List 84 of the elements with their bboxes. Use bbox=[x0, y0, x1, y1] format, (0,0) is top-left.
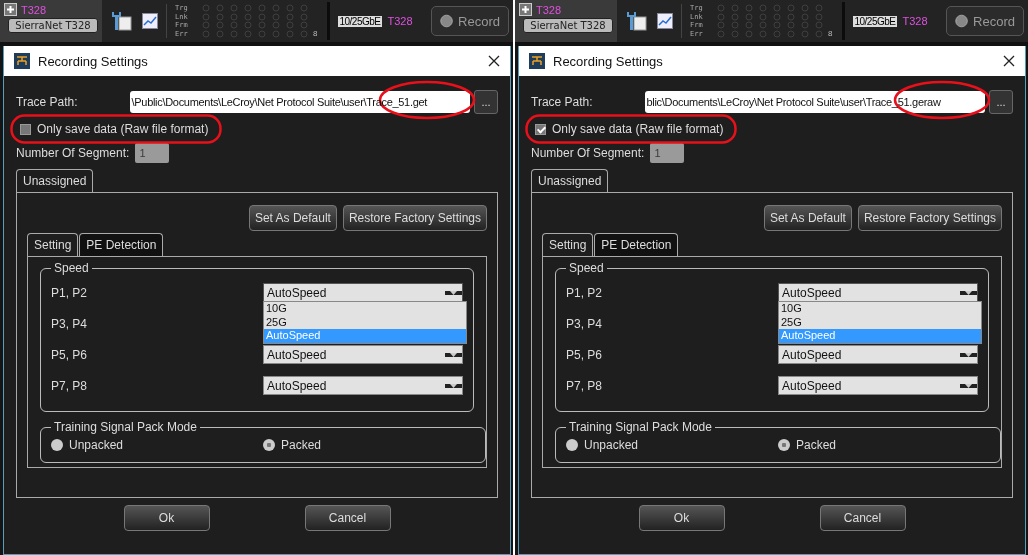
device-name: T328 bbox=[21, 3, 47, 16]
tab[interactable]: Setting bbox=[542, 233, 594, 256]
window-title: Recording Settings bbox=[38, 53, 148, 69]
device-name: T328 bbox=[387, 15, 413, 27]
dropdown-option[interactable]: 10G bbox=[264, 302, 466, 316]
tab[interactable]: Unassigned bbox=[16, 169, 94, 192]
port-label: P3, P4 bbox=[566, 316, 604, 331]
dropdown[interactable]: AutoSpeed bbox=[778, 376, 978, 395]
checkbox[interactable] bbox=[20, 123, 31, 135]
ok-button[interactable]: Ok bbox=[638, 505, 725, 531]
set-default-button[interactable]: Set As Default bbox=[763, 205, 852, 231]
count-label: 8 bbox=[313, 29, 318, 38]
device-button[interactable]: SierraNet T328 bbox=[523, 18, 613, 33]
wrench-icon[interactable] bbox=[110, 11, 132, 31]
radio-label: Packed bbox=[281, 438, 322, 452]
record-icon bbox=[955, 12, 969, 30]
port-label: P1, P2 bbox=[51, 285, 89, 300]
caret-icon bbox=[960, 383, 977, 388]
group-title: Training Signal Pack Mode bbox=[53, 420, 198, 434]
tab[interactable]: Unassigned bbox=[531, 169, 609, 192]
dropdown-option[interactable]: 10G bbox=[779, 302, 981, 316]
set-default-button[interactable]: Set As Default bbox=[248, 205, 337, 231]
port-label: P1, P2 bbox=[566, 285, 604, 300]
close-icon[interactable] bbox=[488, 55, 500, 67]
link-speed-badge: 10/25GbE bbox=[853, 15, 897, 27]
close-icon[interactable] bbox=[1003, 55, 1015, 67]
dropdown-option[interactable]: 25G bbox=[779, 315, 981, 329]
radio-button[interactable] bbox=[51, 439, 63, 451]
dropdown[interactable]: AutoSpeed bbox=[263, 345, 463, 364]
cancel-button[interactable]: Cancel bbox=[819, 505, 906, 531]
port-label: P7, P8 bbox=[51, 378, 89, 393]
chart-icon[interactable] bbox=[142, 13, 158, 29]
checkbox-label: Only save data (Raw file format) bbox=[552, 122, 724, 136]
tab[interactable]: Setting bbox=[27, 233, 79, 256]
record-button[interactable]: Record bbox=[946, 6, 1024, 36]
window-title: Recording Settings bbox=[553, 53, 663, 69]
app-icon bbox=[14, 53, 30, 69]
tab[interactable]: PE Detection bbox=[594, 233, 679, 256]
plus-icon[interactable] bbox=[4, 3, 17, 16]
caret-icon bbox=[960, 290, 977, 295]
port-label: P3, P4 bbox=[51, 316, 89, 331]
radio-button[interactable] bbox=[566, 439, 578, 451]
ok-button[interactable]: Ok bbox=[123, 505, 210, 531]
field-label: Number Of Segment: bbox=[16, 146, 130, 160]
port-label: P5, P6 bbox=[51, 347, 89, 362]
port-label: P5, P6 bbox=[566, 347, 604, 362]
caret-icon bbox=[445, 290, 462, 295]
wrench-icon[interactable] bbox=[625, 11, 647, 31]
restore-button[interactable]: Restore Factory Settings bbox=[342, 205, 487, 231]
link-speed-badge: 10/25GbE bbox=[338, 15, 382, 27]
dropdown-option[interactable]: 25G bbox=[264, 315, 466, 329]
device-name: T328 bbox=[902, 15, 928, 27]
radio-button[interactable] bbox=[778, 439, 790, 451]
count-label: 8 bbox=[828, 29, 833, 38]
restore-button[interactable]: Restore Factory Settings bbox=[857, 205, 1002, 231]
group-title: Training Signal Pack Mode bbox=[568, 420, 713, 434]
device-button[interactable]: SierraNet T328 bbox=[8, 18, 98, 33]
radio-label: Packed bbox=[796, 438, 837, 452]
radio-button[interactable] bbox=[263, 439, 275, 451]
record-button[interactable]: Record bbox=[431, 6, 509, 36]
checkbox[interactable] bbox=[535, 123, 546, 135]
dropdown[interactable]: AutoSpeed bbox=[778, 345, 978, 364]
cancel-button[interactable]: Cancel bbox=[304, 505, 391, 531]
browse-button[interactable]: ... bbox=[474, 90, 498, 114]
radio-label: Unpacked bbox=[584, 438, 639, 452]
field-label: Trace Path: bbox=[16, 95, 79, 109]
field-label: Trace Path: bbox=[531, 95, 594, 109]
tab[interactable]: PE Detection bbox=[79, 233, 164, 256]
device-name: T328 bbox=[536, 3, 562, 16]
chart-icon[interactable] bbox=[657, 13, 673, 29]
plus-icon[interactable] bbox=[519, 3, 532, 16]
app-icon bbox=[529, 53, 545, 69]
record-icon bbox=[440, 12, 454, 30]
port-label: P7, P8 bbox=[566, 378, 604, 393]
dropdown[interactable]: AutoSpeed bbox=[263, 376, 463, 395]
field-label: Number Of Segment: bbox=[531, 146, 645, 160]
caret-icon bbox=[445, 352, 462, 357]
caret-icon bbox=[445, 383, 462, 388]
checkbox-label: Only save data (Raw file format) bbox=[37, 122, 209, 136]
caret-icon bbox=[960, 352, 977, 357]
group-title: Speed bbox=[568, 261, 605, 275]
radio-label: Unpacked bbox=[69, 438, 124, 452]
browse-button[interactable]: ... bbox=[989, 90, 1013, 114]
group-title: Speed bbox=[53, 261, 90, 275]
